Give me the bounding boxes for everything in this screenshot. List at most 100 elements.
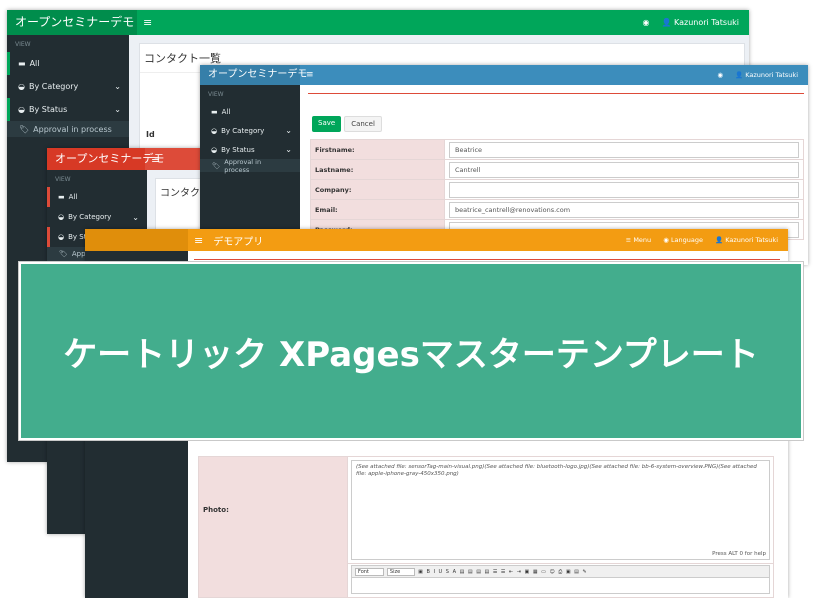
inbox-icon: ▬	[211, 107, 218, 116]
top-navbar: ≡ デモアプリ ≡ Menu ◉ Language 👤 Kazunori Tat…	[85, 229, 788, 251]
dashboard-icon: ◒	[211, 126, 218, 135]
field-label: Email:	[311, 200, 445, 219]
user-icon: 👤	[661, 18, 672, 27]
field-label	[199, 562, 348, 597]
richtext-editor[interactable]: Font Size ▣ B I U S A ▤ ▤ ▤ ▤ ☰ ☰ ⇤ ⇥ ▣ …	[351, 565, 770, 594]
dashboard-icon: ◒	[58, 213, 65, 221]
user-menu[interactable]: 👤 Kazunori Tatsuki	[735, 71, 798, 79]
chevron-down-icon: ⌄	[132, 212, 139, 222]
sidebar-item-by-category[interactable]: ◒ By Category ⌄	[7, 75, 129, 98]
form-toolbar: Save Cancel	[312, 116, 382, 132]
top-navbar: オープンセミナーデモ ≡ ◉ 👤 Kazunori Tatsuki	[7, 10, 749, 35]
form-row: Lastname: Cantrell	[311, 160, 803, 180]
page-title: コンタク	[160, 188, 200, 199]
language-label: Language	[670, 236, 704, 244]
cancel-button[interactable]: Cancel	[344, 116, 382, 132]
editor-toolbar: Font Size ▣ B I U S A ▤ ▤ ▤ ▤ ☰ ☰ ⇤ ⇥ ▣ …	[352, 566, 769, 578]
sidebar-item-label: All	[221, 107, 231, 116]
field-label: Lastname:	[311, 160, 445, 179]
tag-icon: 🏷	[59, 250, 68, 258]
chevron-down-icon: ⌄	[114, 82, 121, 91]
sidebar-item-label: By Category	[28, 82, 79, 91]
user-name: Kazunori Tatsuki	[745, 71, 798, 79]
sidebar-item-all[interactable]: ▬ All	[7, 52, 129, 75]
dashboard-icon: ◒	[211, 145, 218, 154]
header-divider	[308, 93, 804, 94]
field-label: Firstname:	[311, 140, 445, 159]
lastname-field[interactable]: Cantrell	[449, 161, 799, 178]
globe-icon[interactable]: ◉	[643, 18, 650, 27]
sidebar-item-label: By Category	[68, 213, 112, 221]
app-brand[interactable]: オープンセミナーデモ	[200, 65, 307, 85]
menu-toggle-icon[interactable]: ≡	[306, 70, 314, 80]
contact-form: Firstname: Beatrice Lastname: Cantrell C…	[310, 139, 804, 240]
user-menu[interactable]: 👤 Kazunori Tatsuki	[661, 18, 739, 27]
sidebar-item-by-category[interactable]: ◒ By Category ⌄	[200, 121, 300, 140]
sidebar-item-by-status[interactable]: ◒ By Status ⌄	[7, 98, 129, 121]
inbox-icon: ▬	[18, 59, 26, 68]
column-header-id[interactable]: Id	[146, 130, 155, 139]
sidebar-header: VIEW	[55, 176, 71, 183]
sidebar-item-label: All	[68, 193, 78, 201]
font-select[interactable]: Font	[355, 567, 384, 576]
sidebar-item-label: All	[29, 59, 40, 68]
top-navbar: オープンセミナーデモ ≡ ◉ 👤 Kazunori Tatsuki	[200, 65, 808, 85]
form-row: Firstname: Beatrice	[311, 140, 803, 160]
sidebar-subitem-approval[interactable]: 🏷 Approval in process	[200, 157, 300, 174]
hamburger-icon: ≡	[625, 236, 632, 244]
sidebar-item-by-category[interactable]: ◒ By Category ⌄	[47, 207, 147, 227]
inbox-icon: ▬	[58, 193, 65, 201]
sidebar-item-label: By Category	[221, 126, 265, 135]
app-brand[interactable]: オープンセミナーデモ	[7, 10, 137, 35]
app-brand[interactable]: デモアプリ	[213, 233, 263, 248]
sidebar-header: VIEW	[15, 41, 31, 48]
sidebar-item-all[interactable]: ▬ All	[200, 102, 300, 121]
sidebar-item-label: By Status	[28, 105, 68, 114]
dashboard-icon: ◒	[58, 233, 65, 241]
menu-toggle-icon[interactable]: ≡	[194, 234, 203, 247]
user-menu[interactable]: 👤 Kazunori Tatsuki	[715, 236, 778, 244]
tag-icon: 🏷	[19, 124, 30, 134]
sidebar-item-label: Approval in process	[33, 124, 112, 134]
menu-toggle-icon[interactable]: ≡	[151, 153, 160, 166]
user-icon: 👤	[735, 71, 744, 79]
sidebar-item-label: Approval in process	[224, 157, 262, 174]
language-link[interactable]: ◉ Language	[663, 236, 703, 244]
editor-help-text: Press ALT 0 for help	[712, 551, 766, 557]
user-name: Kazunori Tatsuki	[725, 236, 778, 244]
globe-icon[interactable]: ◉	[717, 71, 723, 79]
user-icon: 👤	[715, 236, 724, 244]
chevron-down-icon: ⌄	[285, 126, 292, 135]
company-field[interactable]	[449, 181, 799, 198]
email-field[interactable]: beatrice_cantrell@renovations.com	[449, 201, 799, 218]
size-select-label: Size	[389, 568, 401, 575]
sidebar-subitem-approval[interactable]: 🏷 Approval in process	[7, 121, 129, 137]
menu-toggle-icon[interactable]: ≡	[143, 16, 152, 29]
user-name: Kazunori Tatsuki	[674, 18, 739, 27]
photo-attachments-text: (See attached file: sensorTag-main-visua…	[356, 464, 757, 478]
field-label: Photo:	[199, 457, 348, 563]
form-row: Company:	[311, 180, 803, 200]
field-label: Company:	[311, 180, 445, 199]
save-button[interactable]: Save	[312, 116, 342, 132]
tag-icon: 🏷	[212, 161, 221, 170]
firstname-field[interactable]: Beatrice	[449, 141, 799, 158]
title-banner: ケートリック XPagesマスターテンプレート	[19, 262, 803, 440]
sidebar-item-label: By Status	[221, 145, 255, 154]
menu-link[interactable]: ≡ Menu	[626, 236, 651, 244]
photo-editor[interactable]: (See attached file: sensorTag-main-visua…	[351, 460, 770, 560]
chevron-down-icon: ⌄	[285, 145, 292, 154]
app-brand[interactable]: オープンセミナーデモ	[47, 148, 164, 170]
photo-row: Photo: (See attached file: sensorTag-mai…	[198, 456, 774, 564]
sidebar-item-all[interactable]: ▬ All	[47, 187, 147, 207]
sidebar-item-by-status[interactable]: ◒ By Status ⌄	[200, 140, 300, 159]
size-select[interactable]: Size	[386, 567, 416, 576]
chevron-down-icon: ⌄	[114, 105, 121, 114]
form-row: Email: beatrice_cantrell@renovations.com	[311, 200, 803, 220]
header-divider	[194, 259, 780, 260]
richtext-row: Font Size ▣ B I U S A ▤ ▤ ▤ ▤ ☰ ☰ ⇤ ⇥ ▣ …	[198, 562, 774, 598]
format-buttons-icon[interactable]: ▣ B I U S A ▤ ▤ ▤ ▤ ☰ ☰ ⇤ ⇥ ▣ ▦ ▭ ☺ ⎙ ▣ …	[418, 569, 588, 575]
top-navbar: オープンセミナーデモ ≡	[47, 148, 207, 170]
brand-spacer	[85, 229, 188, 251]
sidebar-header: VIEW	[208, 91, 224, 98]
